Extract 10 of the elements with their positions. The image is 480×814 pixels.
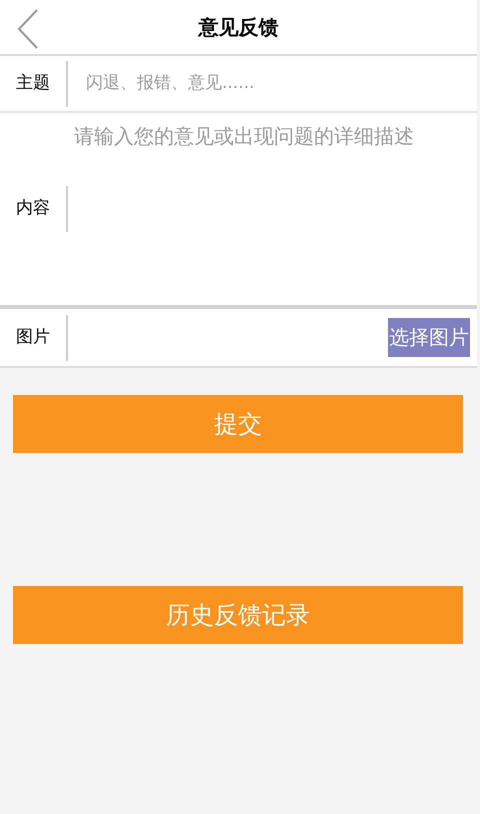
submit-button[interactable]: 提交 bbox=[13, 395, 463, 453]
field-label: 图片 bbox=[15, 326, 51, 349]
page-title: 意见反馈 bbox=[198, 14, 278, 41]
subject-input[interactable]: 闪退、报错、意见...... bbox=[68, 56, 477, 111]
content-input[interactable]: 请输入您的意见或出现问题的详细描述 bbox=[68, 113, 477, 305]
field-label: 主题 bbox=[0, 56, 66, 111]
choose-image-button[interactable]: 选择图片 bbox=[388, 318, 470, 357]
field-label: 内容 bbox=[0, 113, 66, 305]
history-button[interactable]: 历史反馈记录 bbox=[13, 586, 463, 644]
back-icon bbox=[17, 9, 39, 49]
